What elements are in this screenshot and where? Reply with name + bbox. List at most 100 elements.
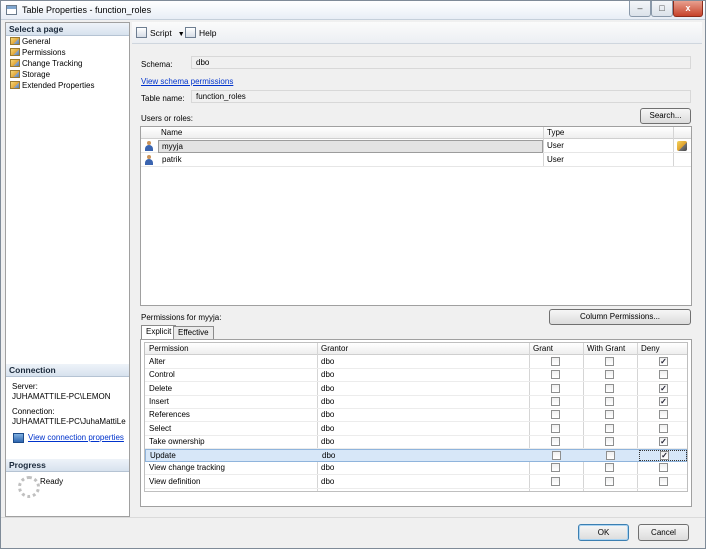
deny-checkbox[interactable]: ✓ [659, 383, 668, 393]
permission-row[interactable]: Update dbo ✓ [145, 449, 687, 463]
permission-row[interactable]: Take ownership dbo ✓ [145, 436, 687, 449]
with-grant-checkbox[interactable] [605, 396, 614, 406]
permission-row[interactable]: Delete dbo ✓ [145, 383, 687, 396]
script-button[interactable]: Script ▼ [136, 26, 185, 40]
permission-name-cell: Control [149, 370, 175, 380]
grant-checkbox[interactable] [551, 370, 560, 380]
permission-name-cell: Update [150, 451, 176, 461]
grant-checkbox[interactable] [551, 436, 560, 446]
server-value: JUHAMATTILE-PC\LEMON [12, 392, 111, 401]
users-col-type[interactable]: Type [547, 128, 564, 137]
connection-value: JUHAMATTILE-PC\JuhaMattiLe [12, 417, 126, 426]
with-grant-checkbox[interactable] [605, 436, 614, 446]
schema-field: dbo [191, 56, 691, 69]
page-icon [10, 70, 20, 78]
view-schema-permissions-link[interactable]: View schema permissions [141, 77, 233, 86]
permission-name-cell: Insert [149, 396, 170, 406]
permission-row[interactable]: Control dbo [145, 369, 687, 383]
permissions-grid: Permission Grantor Grant With Grant Deny… [140, 339, 692, 507]
page-item-extended-properties[interactable]: Extended Properties [10, 81, 95, 92]
permission-name-cell: References [149, 410, 190, 420]
progress-header: Progress [6, 459, 129, 472]
grant-checkbox[interactable] [551, 423, 560, 433]
close-button[interactable]: x [673, 1, 703, 17]
with-grant-checkbox[interactable] [605, 463, 614, 473]
users-row[interactable]: patrik User [141, 154, 691, 167]
with-grant-checkbox[interactable] [605, 476, 614, 486]
users-grid: Name Type myyja User patrik User [140, 126, 692, 306]
permission-row[interactable]: Insert dbo ✓ [145, 396, 687, 409]
permission-grantor-cell: dbo [321, 357, 335, 366]
deny-checkbox[interactable] [659, 370, 668, 380]
deny-checkbox[interactable] [659, 410, 668, 420]
maximize-button[interactable]: □ [651, 1, 673, 17]
window-title: Table Properties - function_roles [22, 5, 152, 15]
grant-checkbox[interactable] [552, 451, 561, 461]
permission-row[interactable]: Select dbo [145, 423, 687, 436]
with-grant-checkbox[interactable] [606, 451, 615, 461]
permission-grantor-cell: dbo [322, 451, 336, 461]
perm-col-with-grant[interactable]: With Grant [587, 344, 625, 353]
cancel-button[interactable]: Cancel [638, 524, 689, 541]
users-col-name[interactable]: Name [161, 128, 182, 137]
perm-col-deny[interactable]: Deny [641, 344, 660, 353]
grant-checkbox[interactable] [551, 410, 560, 420]
permission-name-cell: Select [149, 423, 172, 433]
deny-checkbox[interactable]: ✓ [659, 357, 668, 366]
permission-name-cell: Take ownership [149, 436, 205, 446]
permission-grantor-cell: dbo [321, 463, 335, 473]
permission-row[interactable]: View definition dbo [145, 476, 687, 489]
permission-row[interactable]: View change tracking dbo [145, 462, 687, 476]
deny-checkbox[interactable] [659, 476, 668, 486]
progress-status: Ready [40, 477, 64, 486]
column-permissions-button[interactable]: Column Permissions... [549, 309, 691, 325]
with-grant-checkbox[interactable] [605, 357, 614, 366]
deny-cell-focus [639, 450, 687, 462]
perm-col-permission[interactable]: Permission [149, 344, 189, 353]
with-grant-checkbox[interactable] [605, 410, 614, 420]
dropdown-arrow-icon[interactable]: ▼ [178, 28, 185, 42]
with-grant-checkbox[interactable] [605, 383, 614, 393]
users-row[interactable]: myyja User [141, 140, 691, 153]
minimize-button[interactable]: – [629, 1, 651, 17]
perm-col-grant[interactable]: Grant [533, 344, 553, 353]
perm-col-grantor[interactable]: Grantor [321, 344, 348, 353]
permission-row[interactable]: Alter dbo ✓ [145, 356, 687, 369]
help-icon [185, 27, 196, 38]
tab-effective[interactable]: Effective [173, 326, 214, 340]
permissions-for-label: Permissions for myyja: [141, 313, 222, 322]
deny-checkbox[interactable] [659, 423, 668, 433]
user-type-cell: User [547, 141, 564, 150]
permission-grantor-cell: dbo [321, 383, 335, 393]
page-item-storage[interactable]: Storage [10, 70, 50, 81]
grant-checkbox[interactable] [551, 476, 560, 486]
permission-name-cell: View definition [149, 476, 201, 486]
script-icon [136, 27, 147, 38]
connection-properties-icon [13, 433, 24, 443]
grant-checkbox[interactable] [551, 383, 560, 393]
deny-checkbox[interactable]: ✓ [659, 396, 668, 406]
user-name-cell[interactable]: myyja [158, 140, 543, 153]
with-grant-checkbox[interactable] [605, 370, 614, 380]
permission-grantor-cell: dbo [321, 423, 335, 433]
deny-checkbox[interactable] [659, 463, 668, 473]
page-item-general[interactable]: General [10, 37, 50, 48]
permission-grantor-cell: dbo [321, 370, 335, 380]
grant-checkbox[interactable] [551, 396, 560, 406]
grant-checkbox[interactable] [551, 357, 560, 366]
edit-pencil-icon[interactable] [677, 141, 687, 151]
view-connection-properties-link[interactable]: View connection properties [28, 433, 124, 442]
ok-button[interactable]: OK [578, 524, 629, 541]
with-grant-checkbox[interactable] [605, 423, 614, 433]
tab-explicit[interactable]: Explicit [141, 325, 177, 340]
grant-checkbox[interactable] [551, 463, 560, 473]
user-name-cell[interactable]: patrik [162, 155, 182, 164]
help-button[interactable]: Help [185, 26, 216, 40]
permission-row[interactable]: References dbo [145, 409, 687, 423]
permission-grantor-cell: dbo [321, 436, 335, 446]
deny-checkbox[interactable]: ✓ [659, 436, 668, 446]
page-item-permissions[interactable]: Permissions [10, 48, 66, 59]
search-button[interactable]: Search... [640, 108, 691, 124]
page-item-change-tracking[interactable]: Change Tracking [10, 59, 82, 70]
connection-label: Connection: [12, 407, 55, 416]
